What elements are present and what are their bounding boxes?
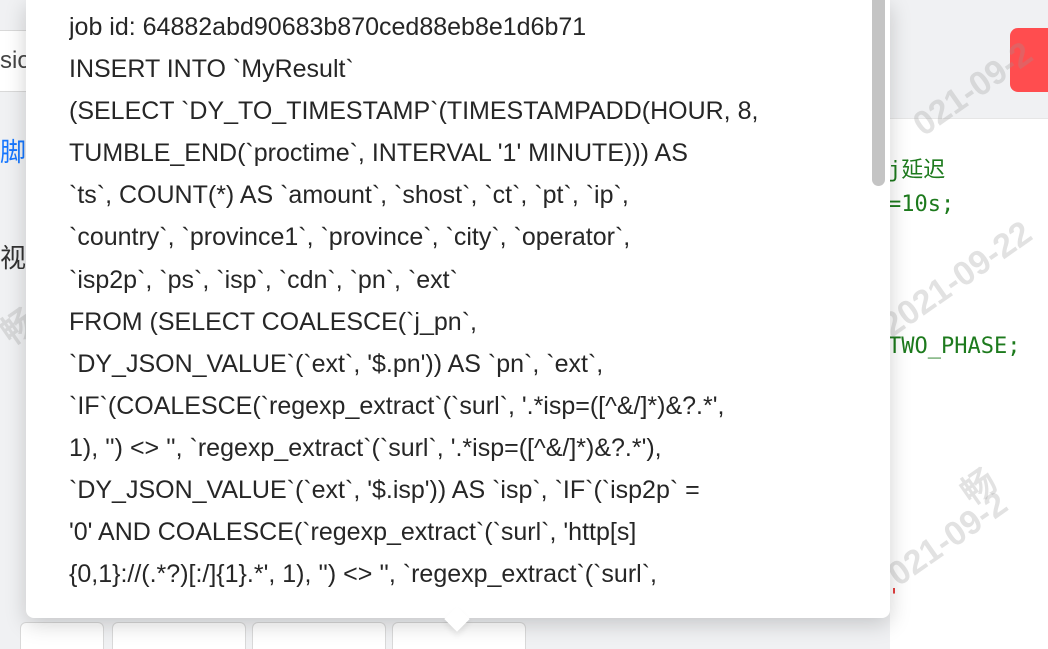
sql-line: `isp2p`, `ps`, `isp`, `cdn`, `pn`, `ext` [69,265,458,294]
code-line: TWO_PHASE; [888,334,1021,359]
tab[interactable] [252,622,386,649]
left-panel [0,0,26,648]
popover-scrollbar[interactable] [872,0,885,186]
job-sql-popover: job id: 64882abd90683b870ced88eb8e1d6b71… [26,0,890,618]
sql-line: {0,1}://(.*?)[:/]{1}.*', 1), '') <> '', … [69,560,657,589]
job-id-line: job id: 64882abd90683b870ced88eb8e1d6b71 [69,13,587,41]
code-line: =10s; [888,192,955,217]
sql-line: INSERT INTO `MyResult` [69,55,354,84]
sql-line: (SELECT `DY_TO_TIMESTAMP`(TIMESTAMPADD(H… [69,97,759,126]
sql-line: `DY_JSON_VALUE`(`ext`, '$.pn')) AS `pn`,… [69,349,604,378]
danger-button[interactable] [1010,28,1048,92]
sql-line: FROM (SELECT COALESCE(`j_pn`, [69,307,477,336]
sql-line: TUMBLE_END(`proctime`, INTERVAL '1' MINU… [69,139,688,168]
tab[interactable] [20,622,104,649]
code-line: j延迟 [888,158,946,183]
sql-line: `IF`(COALESCE(`regexp_extract`(`surl`, '… [69,391,725,420]
sql-line: '0' AND COALESCE(`regexp_extract`(`surl`… [69,518,637,547]
popover-sql-text: job id: 64882abd90683b870ced88eb8e1d6b71… [69,6,839,596]
script-link-partial[interactable]: 脚 [0,132,26,169]
sql-line: 1), '') <> '', `regexp_extract`(`surl`, … [69,433,662,462]
sql-line: `DY_JSON_VALUE`(`ext`, '$.isp')) AS `isp… [69,476,700,505]
tab[interactable] [112,622,246,649]
sql-line: `country`, `province1`, `province`, `cit… [69,223,631,252]
view-label-partial: 视 [0,243,26,273]
sql-line: `ts`, COUNT(*) AS `amount`, `shost`, `ct… [69,181,629,210]
